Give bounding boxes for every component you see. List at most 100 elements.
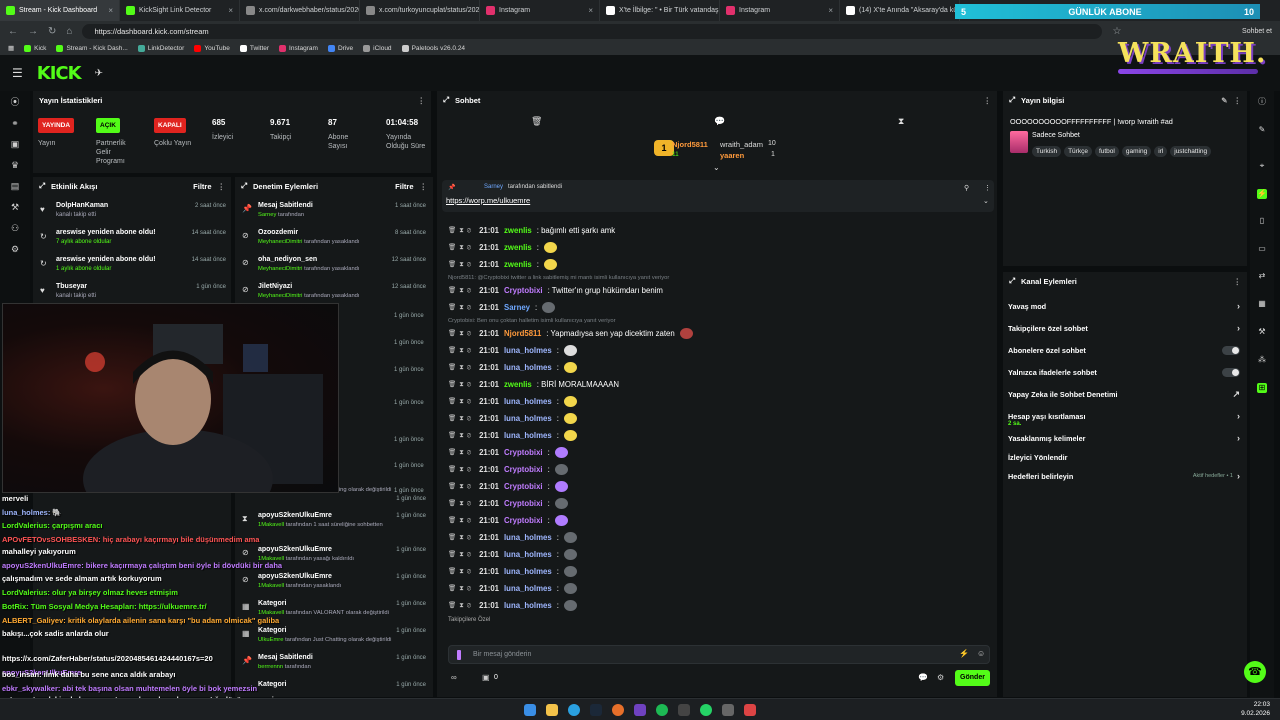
message-tools-icon[interactable]: 🗑⧗⊘ — [448, 260, 474, 269]
activity-item[interactable]: ↻ areswise yeniden abone oldu! 1 aylık abo… — [36, 254, 232, 280]
browser-tab[interactable]: KickSight Link Detector × — [120, 0, 240, 21]
message-tools-icon[interactable]: 🗑⧗⊘ — [448, 601, 474, 610]
message-username[interactable]: luna_holmes — [504, 431, 552, 440]
channel-action-item[interactable]: Abonelere özel sohbet — [1008, 340, 1240, 360]
message-username[interactable]: luna_holmes — [504, 550, 552, 559]
leader-name-3[interactable]: yaaren — [720, 151, 744, 160]
stream-tag[interactable]: Turkish — [1032, 146, 1062, 157]
info-icon[interactable]: ⓘ — [1257, 97, 1267, 107]
spotify-icon[interactable] — [656, 704, 668, 716]
whatsapp-icon[interactable] — [700, 704, 712, 716]
moderation-item[interactable]: ⊘ Ozoozdemir MeyhaneciDimitri tarafından y… — [236, 227, 432, 253]
activity-item[interactable]: ♥ DolpHanKaman kanalı takip etti 2 saat önc… — [36, 200, 232, 226]
command-icon[interactable]: ⚡ — [959, 649, 969, 658]
live-icon[interactable]: ⦿ — [10, 97, 20, 107]
chat-message[interactable]: 🗑⧗⊘ 21:01 luna_holmes: — [448, 547, 577, 562]
media-icon[interactable]: ▣ — [10, 139, 20, 149]
home-icon[interactable]: ⌂ — [66, 26, 72, 37]
message-username[interactable]: Cryptobixi — [504, 516, 543, 525]
chat-message[interactable]: 🗑⧗⊘ 21:01 luna_holmes: — [448, 598, 577, 613]
menu-icon[interactable]: ☰ — [12, 66, 23, 80]
message-tools-icon[interactable]: 🗑⧗⊘ — [448, 431, 474, 440]
chat-message[interactable]: 🗑⧗⊘ 21:01 luna_holmes: — [448, 530, 577, 545]
expand-leaderboard-icon[interactable]: ⌄ — [713, 163, 720, 172]
leader-name-2[interactable]: wraith_adam — [720, 140, 763, 149]
channel-action-item[interactable]: Yapay Zeka ile Sohbet Denetimi ↗ — [1008, 384, 1240, 404]
moderation-filter[interactable]: Filtre — [395, 182, 413, 191]
leader-name-1[interactable]: Njord5811 — [672, 140, 708, 149]
message-tools-icon[interactable]: 🗑⧗⊘ — [448, 533, 474, 542]
kick-logo[interactable]: KICK — [37, 63, 82, 84]
message-tools-icon[interactable]: 🗑⧗⊘ — [448, 448, 474, 457]
moderation-more-icon[interactable]: ⋮ — [420, 182, 428, 191]
chat-message[interactable]: 🗑⧗⊘ 21:01 luna_holmes: — [448, 411, 577, 426]
message-tools-icon[interactable]: 🗑⧗⊘ — [448, 380, 474, 389]
chat-input[interactable]: Bir mesaj gönderin ⚡ ☺ — [448, 645, 990, 664]
support-chat-icon[interactable]: ☎ — [1244, 661, 1266, 683]
bookmark-item[interactable]: Paletools v26.0.24 — [401, 44, 465, 52]
chat-popout-icon[interactable]: ⤢ — [443, 95, 449, 105]
send-button[interactable]: Gönder — [955, 670, 990, 686]
chat-message[interactable]: 🗑⧗⊘ 21:01 luna_holmes: — [448, 360, 577, 375]
message-username[interactable]: Cryptobixi — [504, 465, 543, 474]
channel-action-item[interactable]: Yasaklanmış kelimeler › — [1008, 428, 1240, 448]
message-username[interactable]: luna_holmes — [504, 567, 552, 576]
back-icon[interactable]: ← — [8, 26, 18, 37]
message-tools-icon[interactable]: 🗑⧗⊘ — [448, 303, 474, 312]
pinned-more-icon[interactable]: ⋮ — [984, 184, 991, 192]
channel-action-item[interactable]: Yavaş mod › — [1008, 296, 1240, 316]
explorer-icon[interactable] — [546, 704, 558, 716]
grid-icon[interactable]: ▦ — [1257, 299, 1267, 309]
message-username[interactable]: Cryptobixi — [504, 286, 543, 295]
message-tools-icon[interactable]: 🗑⧗⊘ — [448, 465, 474, 474]
chat-message[interactable]: 🗑⧗⊘ 21:01 luna_holmes: — [448, 428, 577, 443]
chat-message[interactable]: 🗑⧗⊘ 21:01 luna_holmes: — [448, 394, 577, 409]
stream-tag[interactable]: justchatting — [1170, 146, 1212, 157]
forward-icon[interactable]: → — [28, 26, 38, 37]
link-icon[interactable]: ⚭ — [10, 118, 20, 128]
bookmark-item[interactable]: Kick — [24, 44, 46, 52]
chat-users-icon[interactable]: 💬 — [918, 673, 928, 682]
message-username[interactable]: luna_holmes — [504, 346, 552, 355]
moderation-item[interactable]: 📌 Mesaj Sabitlendi berrrennn tarafından 1 g… — [236, 652, 432, 678]
chat-message[interactable]: 🗑⧗⊘ 21:01 Cryptobixi: Twitter'ın grup hükü… — [448, 283, 663, 298]
bookmark-item[interactable]: Stream - Kick Dash... — [56, 44, 128, 52]
toggle-switch[interactable] — [1222, 367, 1240, 377]
browser-tab[interactable]: Instagram × — [720, 0, 840, 21]
trophy-icon[interactable]: ♛ — [10, 160, 20, 170]
stream-tag[interactable]: futbol — [1094, 146, 1119, 157]
bookmark-item[interactable]: Twitter — [239, 44, 269, 52]
channel-action-item[interactable]: Yalnızca ifadelerle sohbet — [1008, 362, 1240, 382]
wrench-icon[interactable]: ⚒ — [1257, 327, 1267, 337]
chat-bubble-icon[interactable]: 💬 — [714, 116, 725, 127]
chat-message[interactable]: 🗑⧗⊘ 21:01 Cryptobixi: — [448, 513, 568, 528]
moderation-item[interactable]: ▦ Kategori UlkuEmre tarafından Just Chatti… — [236, 625, 432, 651]
tab-close-icon[interactable]: × — [588, 6, 593, 15]
chat-message[interactable]: 🗑⧗⊘ 21:01 Njord5811: Yapmadıysa sen yap di… — [448, 326, 693, 341]
bookmark-item[interactable]: iCloud — [363, 44, 392, 52]
stats-more-icon[interactable]: ⋮ — [418, 96, 426, 105]
moderation-item[interactable]: ⊘ oha_nediyon_sen MeyhaneciDimitri tarafın… — [236, 254, 432, 280]
bolt-icon[interactable]: ⚡ — [1257, 189, 1267, 199]
chat-message[interactable]: 🗑⧗⊘ 21:01 luna_holmes: — [448, 564, 577, 579]
infinity-icon[interactable]: ∞ — [451, 673, 457, 682]
moderation-collapse-icon[interactable]: ⤢ — [241, 181, 247, 191]
message-username[interactable]: Sarney — [504, 303, 530, 312]
pin-icon[interactable]: ✈ — [95, 68, 103, 79]
stream-info-collapse-icon[interactable]: ⤢ — [1009, 95, 1015, 105]
bookmark-item[interactable]: YouTube — [194, 44, 230, 52]
reload-icon[interactable]: ↻ — [48, 26, 56, 37]
browser-tab[interactable]: x.com/darkwebhaber/status/2020× — [240, 0, 360, 21]
target-icon[interactable]: ⌖ — [1257, 161, 1267, 171]
tab-close-icon[interactable]: × — [228, 6, 233, 15]
users-icon[interactable]: ⚇ — [10, 223, 20, 233]
message-tools-icon[interactable]: 🗑⧗⊘ — [448, 286, 474, 295]
emote-icon[interactable]: ☺ — [977, 649, 985, 658]
message-username[interactable]: luna_holmes — [504, 397, 552, 406]
pinned-link[interactable]: https://worp.me/ulkuemre — [446, 196, 530, 205]
channel-action-item[interactable]: Hedefleri belirleyin Aktif hedefler • 1 › — [1008, 466, 1240, 486]
chat-settings-icon[interactable]: ⚙ — [937, 673, 944, 682]
message-username[interactable]: Cryptobixi — [504, 448, 543, 457]
chat-message[interactable]: 🗑⧗⊘ 21:01 zwenlis: bağımlı etti şarkı amk — [448, 223, 615, 238]
message-username[interactable]: luna_holmes — [504, 363, 552, 372]
